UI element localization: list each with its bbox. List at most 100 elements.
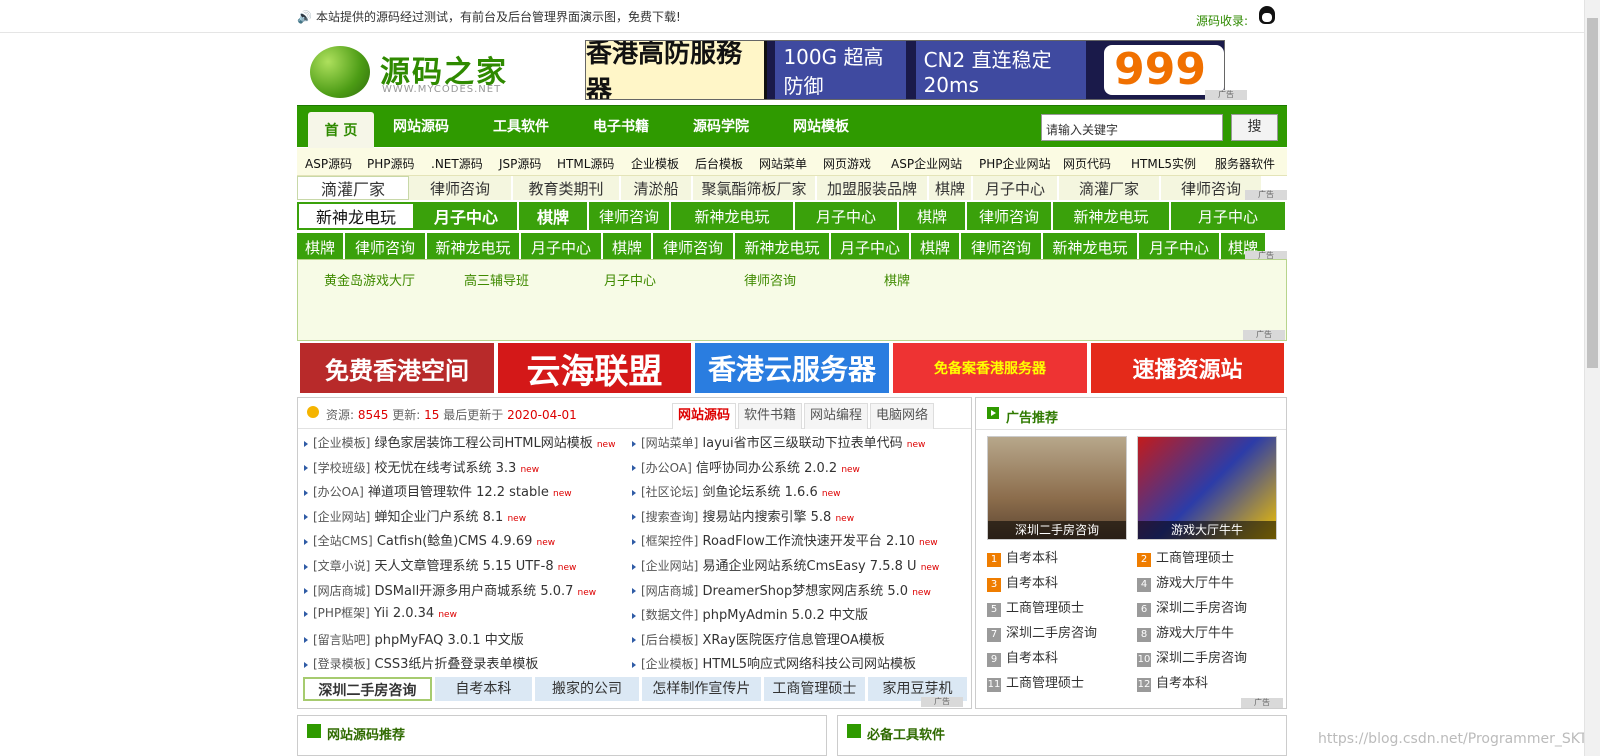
ad-link[interactable]: 自考本科 [434, 677, 532, 701]
ad-link[interactable]: 棋牌 [929, 176, 973, 200]
nav-home[interactable]: 首 页 [308, 112, 374, 148]
rank-item[interactable]: 10 深圳二手房咨询 [1137, 647, 1247, 667]
sub-link[interactable]: ASP源码 [305, 155, 352, 172]
list-item[interactable]: [留言贴吧] phpMyFAQ 3.0.1 中文版 [304, 629, 524, 648]
ad-link[interactable]: 棋牌 [297, 233, 345, 261]
sub-link[interactable]: 后台模板 [695, 155, 743, 172]
ad-link[interactable]: 月子中心 [831, 233, 911, 261]
tab-computer-network[interactable]: 电脑网络 [870, 403, 935, 429]
sub-link[interactable]: 企业模板 [631, 155, 679, 172]
rank-item[interactable]: 6 深圳二手房咨询 [1137, 597, 1247, 617]
rank-item[interactable]: 12 自考本科 [1137, 672, 1208, 692]
ad-link[interactable]: 棋牌 [884, 270, 910, 289]
sub-link[interactable]: 网站菜单 [759, 155, 807, 172]
ad-link[interactable]: 律师咨询 [961, 233, 1043, 261]
ad-link[interactable]: 月子中心 [415, 202, 519, 230]
list-item[interactable]: [文章小说] 天人文章管理系统 5.15 UTF-8 new [304, 555, 576, 574]
ad-link[interactable]: 新神龙电玩 [735, 233, 831, 261]
sub-link[interactable]: 网页游戏 [823, 155, 871, 172]
rank-item[interactable]: 2 工商管理硕士 [1137, 547, 1234, 567]
ad-banner[interactable]: 香港云服务器 [695, 343, 889, 393]
list-item[interactable]: [网店商城] DreamerShop梦想家网店系统 5.0 new [632, 580, 931, 599]
sub-link[interactable]: HTML5实例 [1131, 155, 1196, 172]
ad-link[interactable]: 月子中心 [1171, 202, 1287, 230]
list-item[interactable]: [网店商城] DSMall开源多用户商城系统 5.0.7 new [304, 580, 596, 599]
list-item[interactable]: [网站菜单] layui省市区三级联动下拉表单代码 new [632, 432, 925, 451]
ad-image-2[interactable]: 游戏大厅牛牛 [1137, 436, 1277, 540]
ad-link[interactable]: 聚氯酯筛板厂家 [693, 176, 817, 200]
ad-link[interactable]: 律师咨询 [967, 202, 1053, 230]
sub-link[interactable]: PHP源码 [367, 155, 415, 172]
ad-banner[interactable]: 速播资源站 [1091, 343, 1284, 393]
site-logo[interactable]: 源码之家 WWW.MYCODES.NET [310, 44, 510, 100]
ad-link[interactable]: 月子中心 [604, 270, 656, 289]
ad-link[interactable]: 深圳二手房咨询 [303, 677, 432, 701]
scrollbar[interactable] [1584, 0, 1600, 756]
ad-banner[interactable]: 云海联盟 [498, 343, 691, 393]
sub-link[interactable]: 网页代码 [1063, 155, 1111, 172]
sub-link[interactable]: 服务器软件 [1215, 155, 1275, 172]
ad-link[interactable]: 新神龙电玩 [1053, 202, 1171, 230]
ad-link[interactable]: 新神龙电玩 [671, 202, 795, 230]
rank-item[interactable]: 4 游戏大厅牛牛 [1137, 572, 1234, 592]
ad-link[interactable]: 律师咨询 [589, 202, 671, 230]
list-item[interactable]: [全站CMS] Catfish(鲶鱼)CMS 4.9.69 new [304, 530, 555, 549]
list-item[interactable]: [PHP框架] Yii 2.0.34 new [304, 604, 457, 621]
nav-item[interactable]: 电子书籍 [593, 116, 649, 136]
ad-link[interactable]: 棋牌 [603, 233, 653, 261]
ad-link[interactable]: 律师咨询 [345, 233, 427, 261]
rank-item[interactable]: 11 工商管理硕士 [987, 672, 1084, 692]
nav-item[interactable]: 网站源码 [393, 116, 449, 136]
tab-website-source[interactable]: 网站源码 [672, 403, 737, 429]
list-item[interactable]: [企业网站] 蝉知企业门户系统 8.1 new [304, 506, 526, 525]
ad-link[interactable]: 清淤船 [621, 176, 693, 200]
sub-link[interactable]: PHP企业网站 [979, 155, 1051, 172]
scroll-thumb[interactable] [1587, 18, 1598, 368]
ad-link[interactable]: 棋牌 [911, 233, 961, 261]
list-item[interactable]: [搜索查询] 搜易站内搜索引擎 5.8 new [632, 506, 854, 525]
list-item[interactable]: [框架控件] RoadFlow工作流快速开发平台 2.10 new [632, 530, 938, 549]
list-item[interactable]: [学校班级] 校无忧在线考试系统 3.3 new [304, 457, 539, 476]
sub-link[interactable]: .NET源码 [431, 155, 483, 172]
list-item[interactable]: [数据文件] phpMyAdmin 5.0.2 中文版 [632, 604, 868, 623]
sub-link[interactable]: HTML源码 [557, 155, 614, 172]
ad-image-1[interactable]: 深圳二手房咨询 [987, 436, 1127, 540]
rank-item[interactable]: 9 自考本科 [987, 647, 1058, 667]
ad-link[interactable]: 律师咨询 [653, 233, 735, 261]
ad-banner[interactable]: 免备案香港服务器 [893, 343, 1087, 393]
search-button[interactable]: 搜 [1231, 114, 1278, 141]
nav-item[interactable]: 源码学院 [693, 116, 749, 136]
qq-icon[interactable] [1259, 6, 1275, 24]
ad-link[interactable]: 新神龙电玩 [297, 202, 415, 230]
nav-item[interactable]: 网站模板 [793, 116, 849, 136]
ad-link[interactable]: 加盟服装品牌 [817, 176, 929, 200]
list-item[interactable]: [社区论坛] 剑鱼论坛系统 1.6.6 new [632, 481, 840, 500]
list-item[interactable]: [登录模板] CSS3纸片折叠登录表单模板 [304, 653, 538, 672]
ad-link[interactable]: 新神龙电玩 [1043, 233, 1139, 261]
ad-link[interactable]: 工商管理硕士 [763, 677, 865, 701]
list-item[interactable]: [办公OA] 禅道项目管理软件 12.2 stable new [304, 481, 572, 500]
rank-item[interactable]: 1 自考本科 [987, 547, 1058, 567]
ad-link[interactable]: 怎样制作宣传片 [641, 677, 761, 701]
ad-link[interactable]: 高三辅导班 [464, 270, 529, 289]
ad-link[interactable]: 搬家的公司 [534, 677, 639, 701]
ad-link[interactable]: 棋牌 [899, 202, 967, 230]
ad-link[interactable]: 月子中心 [1139, 233, 1221, 261]
list-item[interactable]: [后台模板] XRay医院医疗信息管理OA模板 [632, 629, 885, 648]
rank-item[interactable]: 8 游戏大厅牛牛 [1137, 622, 1234, 642]
ad-link[interactable]: 月子中心 [795, 202, 899, 230]
ad-link[interactable]: 律师咨询 [409, 176, 513, 200]
ad-link[interactable]: 月子中心 [973, 176, 1059, 200]
ad-link[interactable]: 棋牌 [519, 202, 589, 230]
ad-link[interactable]: 律师咨询 [744, 270, 796, 289]
tab-web-programming[interactable]: 网站编程 [804, 403, 869, 429]
ad-banner[interactable]: 免费香港空间 [300, 343, 494, 393]
sub-link[interactable]: ASP企业网站 [891, 155, 962, 172]
nav-item[interactable]: 工具软件 [493, 116, 549, 136]
rank-item[interactable]: 5 工商管理硕士 [987, 597, 1084, 617]
tab-software-books[interactable]: 软件书籍 [738, 403, 803, 429]
ad-link[interactable]: 黄金岛游戏大厅 [324, 270, 415, 289]
sub-link[interactable]: JSP源码 [499, 155, 541, 172]
ad-link[interactable]: 滴灌厂家 [297, 176, 409, 200]
rank-item[interactable]: 7 深圳二手房咨询 [987, 622, 1097, 642]
